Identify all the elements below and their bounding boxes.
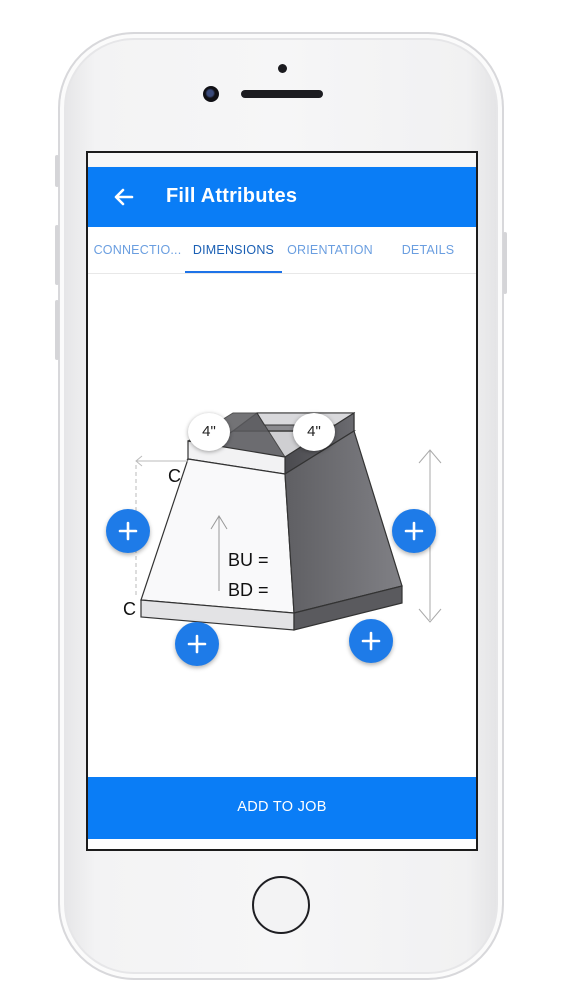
bottom-connection-label: C bbox=[123, 599, 136, 619]
status-bar bbox=[88, 153, 476, 167]
tab-bar: CONNECTIO... DIMENSIONS ORIENTATION DETA… bbox=[88, 227, 476, 274]
add-left-dimension-button[interactable] bbox=[106, 509, 150, 553]
bd-label: BD = bbox=[228, 580, 269, 600]
tab-connections[interactable]: CONNECTIO... bbox=[90, 227, 185, 273]
top-left-dimension-chip[interactable]: 4" bbox=[188, 413, 230, 451]
tab-details[interactable]: DETAILS bbox=[378, 227, 476, 273]
plus-icon bbox=[361, 631, 381, 651]
volume-down-button bbox=[55, 300, 59, 360]
transition-diagram: C C BU = BD = 4" 4" bbox=[88, 273, 476, 777]
add-bottom-left-dimension-button[interactable] bbox=[175, 622, 219, 666]
plus-icon bbox=[118, 521, 138, 541]
app-screen: Fill Attributes CONNECTIO... DIMENSIONS … bbox=[86, 151, 478, 851]
top-right-dimension-chip[interactable]: 4" bbox=[293, 413, 335, 451]
back-arrow-icon[interactable] bbox=[110, 183, 138, 211]
home-button[interactable] bbox=[252, 876, 310, 934]
mute-switch bbox=[55, 155, 59, 187]
proximity-sensor bbox=[278, 64, 287, 73]
add-bottom-right-dimension-button[interactable] bbox=[349, 619, 393, 663]
volume-up-button bbox=[55, 225, 59, 285]
bu-label: BU = bbox=[228, 550, 269, 570]
plus-icon bbox=[404, 521, 424, 541]
add-to-job-button[interactable]: ADD TO JOB bbox=[88, 777, 476, 839]
power-button bbox=[503, 232, 507, 294]
app-bar: Fill Attributes bbox=[88, 167, 476, 227]
tab-orientation[interactable]: ORIENTATION bbox=[282, 227, 378, 273]
add-right-dimension-button[interactable] bbox=[392, 509, 436, 553]
page-title: Fill Attributes bbox=[166, 185, 298, 207]
tab-dimensions[interactable]: DIMENSIONS bbox=[185, 227, 282, 273]
earpiece-speaker bbox=[241, 90, 323, 98]
front-camera bbox=[203, 86, 219, 102]
plus-icon bbox=[187, 634, 207, 654]
top-connection-label: C bbox=[168, 466, 181, 486]
